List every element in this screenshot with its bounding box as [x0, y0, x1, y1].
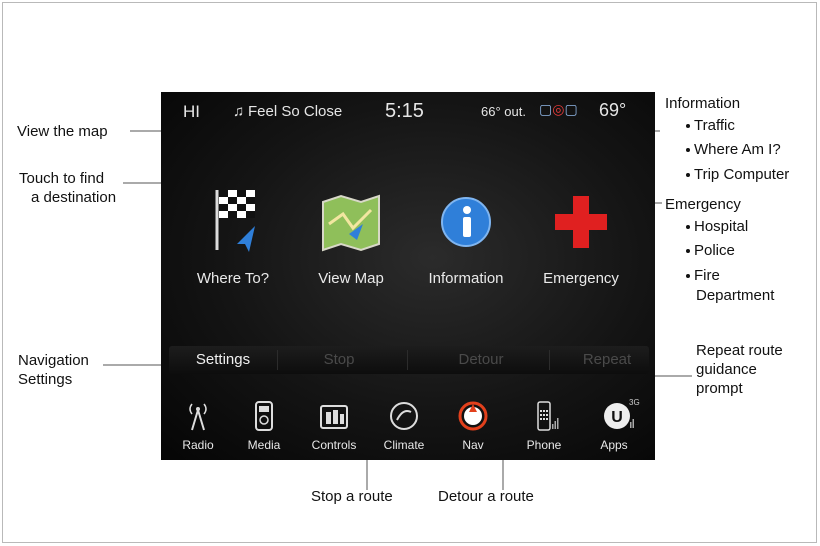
callout-detour-route: Detour a route [438, 488, 534, 505]
dock-media-label: Media [247, 438, 281, 452]
information-item: Traffic [686, 116, 735, 135]
callout-repeat-2: guidance [696, 361, 757, 378]
emergency-label: Emergency [543, 270, 619, 287]
clock: 5:15 [385, 100, 424, 122]
divider [549, 350, 550, 370]
status-bar: HI ♫ Feel So Close 5:15 66° out. ▢◎▢ 69° [161, 92, 655, 130]
callout-view-map: View the map [17, 123, 108, 140]
dock-climate[interactable]: Climate [371, 400, 437, 458]
information-button[interactable]: Information [411, 184, 521, 294]
callout-information-title: Information [665, 95, 741, 112]
red-cross-icon [555, 196, 607, 248]
dock-climate-label: Climate [383, 438, 425, 452]
detour-button[interactable]: Detour [431, 346, 531, 374]
callout-stop-route: Stop a route [311, 488, 393, 505]
divider [277, 350, 278, 370]
callout-find-destination-2: a destination [31, 189, 117, 206]
nav-screen: HI ♫Feel So Close 5:15 66° out. ▢◎▢ 69° [161, 92, 655, 460]
apps-badge: 3G [629, 398, 640, 407]
information-item: Where Am I? [686, 140, 781, 159]
dock-phone[interactable]: Phone [511, 400, 577, 458]
emergency-item: Hospital [686, 217, 748, 236]
seat-heat-icons: ▢◎▢ [539, 101, 578, 118]
radio-band: HI [183, 102, 200, 121]
media-icon [255, 401, 273, 431]
dock-phone-label: Phone [526, 438, 562, 452]
checkered-flag-icon [215, 190, 255, 252]
dock-apps[interactable]: U 3G Apps [581, 398, 647, 458]
dock-controls[interactable]: Controls [301, 400, 367, 458]
dock-controls-label: Controls [311, 438, 357, 452]
dock-nav-label: Nav [462, 438, 484, 452]
information-item: Trip Computer [686, 165, 789, 184]
dock-media[interactable]: Media [231, 400, 297, 458]
stop-button[interactable]: Stop [289, 346, 389, 374]
information-label: Information [428, 270, 504, 287]
music-note-icon: ♫ [233, 103, 245, 120]
outside-temperature: 66° out. [481, 104, 526, 119]
emergency-item-continued: Department [696, 287, 775, 304]
phone-icon [537, 401, 559, 431]
bottom-dock: Radio Media Controls Climate Nav Phone U… [161, 394, 655, 460]
view-map-button[interactable]: View Map [296, 184, 406, 294]
song-title: Feel So Close [248, 103, 343, 120]
callout-repeat-3: prompt [696, 380, 743, 397]
soft-key-bar: Settings Stop Detour Repeat [169, 346, 649, 374]
emergency-item: Police [686, 241, 735, 260]
callout-repeat-1: Repeat route [696, 342, 783, 359]
dock-nav[interactable]: Nav [440, 400, 506, 458]
callout-navigation-settings-2: Settings [18, 371, 73, 388]
dock-radio[interactable]: Radio [165, 400, 231, 458]
radio-antenna-icon [189, 403, 207, 431]
nav-icon [458, 401, 488, 431]
now-playing[interactable]: ♫ Feel So Close [233, 103, 342, 120]
emergency-item: Fire [686, 266, 720, 285]
svg-text:U: U [611, 409, 623, 426]
dock-apps-label: Apps [600, 438, 628, 452]
where-to-label: Where To? [196, 270, 270, 287]
inside-temperature: 69° [599, 100, 627, 120]
repeat-button[interactable]: Repeat [557, 346, 655, 374]
divider [407, 350, 408, 370]
emergency-button[interactable]: Emergency [526, 184, 636, 294]
climate-icon [390, 402, 418, 430]
map-icon [322, 194, 380, 252]
steering-heat-icon: ◎ [552, 101, 565, 117]
heated-seat-right-icon: ▢ [564, 101, 578, 117]
settings-button[interactable]: Settings [173, 346, 273, 374]
callout-find-destination-1: Touch to find [19, 170, 105, 187]
callout-emergency-title: Emergency [665, 196, 741, 213]
dock-radio-label: Radio [182, 438, 214, 452]
callout-navigation-settings-1: Navigation [18, 352, 89, 369]
where-to-button[interactable]: Where To? [178, 184, 288, 294]
info-icon [441, 197, 491, 247]
view-map-label: View Map [318, 270, 384, 287]
controls-icon [320, 405, 348, 429]
heated-seat-icon: ▢ [539, 101, 553, 117]
